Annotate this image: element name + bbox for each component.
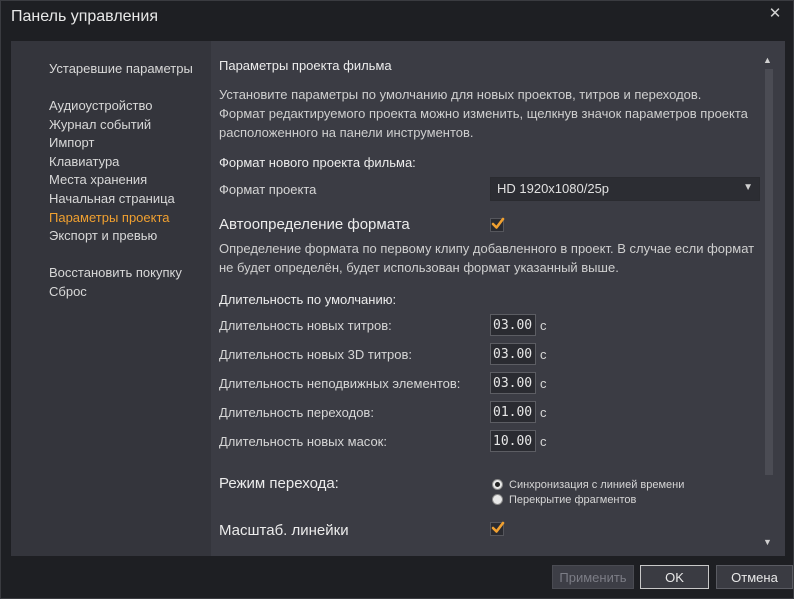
duration-masks-label: Длительность новых масок:	[219, 434, 387, 449]
page-title: Параметры проекта фильма	[219, 58, 392, 73]
auto-detect-label: Автоопределение формата	[219, 216, 410, 233]
duration-stills-input[interactable]: 03.00	[490, 372, 536, 394]
window-title: Панель управления	[11, 8, 158, 25]
settings-description: Установите параметры по умолчанию для но…	[219, 87, 748, 140]
sidebar-item-reset[interactable]: Сброс	[49, 284, 87, 299]
sidebar-item-legacy-settings[interactable]: Устаревшие параметры	[49, 61, 193, 76]
duration-unit: с	[540, 347, 547, 362]
sidebar-item-audio-device[interactable]: Аудиоустройство	[49, 98, 153, 113]
duration-section-heading: Длительность по умолчанию:	[219, 292, 397, 307]
duration-titles-input[interactable]: 03.00	[490, 314, 536, 336]
sidebar-item-event-log[interactable]: Журнал событий	[49, 117, 151, 132]
scroll-thumb[interactable]	[765, 69, 773, 475]
settings-panel: Устаревшие параметры Аудиоустройство Жур…	[11, 41, 785, 556]
sidebar-item-project-settings[interactable]: Параметры проекта	[49, 210, 170, 225]
dropdown-arrow-icon: ▼	[743, 182, 753, 193]
ok-button[interactable]: OK	[640, 565, 709, 589]
duration-transitions-label: Длительность переходов:	[219, 405, 374, 420]
apply-button[interactable]: Применить	[552, 565, 634, 589]
duration-transitions-input[interactable]: 01.00	[490, 401, 536, 423]
scroll-up-icon[interactable]: ▲	[763, 55, 772, 65]
duration-unit: с	[540, 405, 547, 420]
duration-3d-titles-input[interactable]: 03.00	[490, 343, 536, 365]
sidebar-item-export-preview[interactable]: Экспорт и превью	[49, 228, 157, 243]
ruler-scale-label: Масштаб. линейки	[219, 522, 349, 539]
auto-detect-description: Определение формата по первому клипу доб…	[219, 241, 755, 275]
scroll-down-icon[interactable]: ▼	[763, 537, 772, 547]
duration-unit: с	[540, 376, 547, 391]
auto-detect-checkbox[interactable]	[490, 217, 505, 232]
close-icon[interactable]: ✕	[765, 3, 785, 23]
project-format-select[interactable]: HD 1920x1080/25p ▼	[490, 177, 760, 201]
duration-titles-label: Длительность новых титров:	[219, 318, 392, 333]
sidebar-item-keyboard[interactable]: Клавиатура	[49, 154, 119, 169]
content-scrollbar[interactable]: ▲ ▼	[761, 55, 775, 551]
control-panel-window: Панель управления ✕ Устаревшие параметры…	[0, 0, 794, 599]
duration-3d-titles-label: Длительность новых 3D титров:	[219, 347, 413, 362]
duration-unit: с	[540, 434, 547, 449]
radio-overlap-fragments[interactable]	[492, 494, 503, 505]
ruler-scale-checkbox[interactable]	[490, 521, 505, 536]
duration-masks-input[interactable]: 10.00	[490, 430, 536, 452]
settings-sidebar: Устаревшие параметры Аудиоустройство Жур…	[11, 41, 211, 556]
sidebar-item-storage-locations[interactable]: Места хранения	[49, 172, 147, 187]
title-bar: Панель управления ✕	[1, 1, 793, 35]
radio-sync-timeline-label: Синхронизация с линией времени	[509, 479, 685, 491]
checkmark-icon	[491, 521, 505, 533]
format-section-heading: Формат нового проекта фильма:	[219, 155, 416, 170]
project-format-value: HD 1920x1080/25p	[497, 181, 610, 196]
duration-stills-label: Длительность неподвижных элементов:	[219, 376, 461, 391]
checkmark-icon	[491, 217, 505, 229]
project-settings-content: Параметры проекта фильма Установите пара…	[211, 41, 785, 556]
sidebar-item-start-page[interactable]: Начальная страница	[49, 191, 175, 206]
cancel-button[interactable]: Отмена	[716, 565, 793, 589]
radio-sync-timeline[interactable]	[492, 479, 503, 490]
duration-unit: с	[540, 318, 547, 333]
radio-overlap-fragments-label: Перекрытие фрагментов	[509, 494, 637, 506]
format-label: Формат проекта	[219, 182, 317, 197]
transition-mode-label: Режим перехода:	[219, 475, 339, 492]
sidebar-item-import[interactable]: Импорт	[49, 135, 94, 150]
sidebar-item-restore-purchase[interactable]: Восстановить покупку	[49, 265, 182, 280]
